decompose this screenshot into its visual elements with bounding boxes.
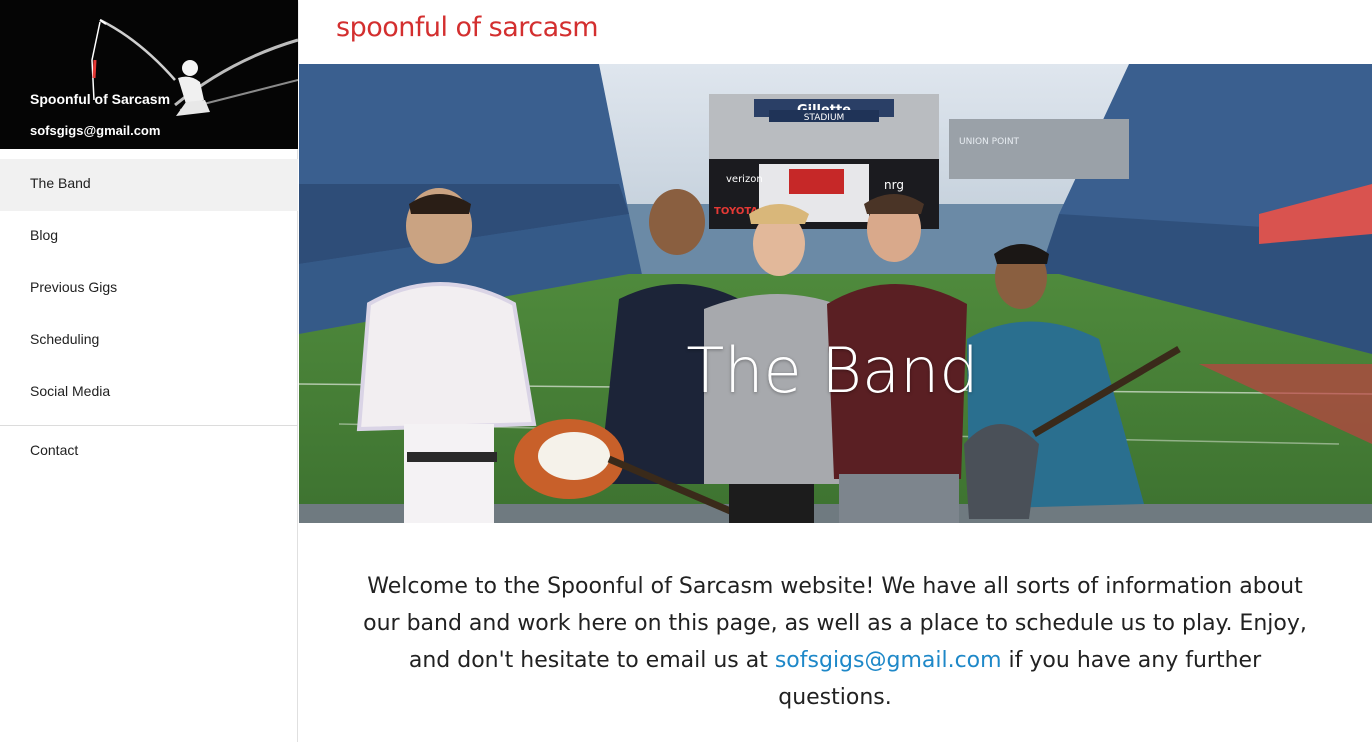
sidebar-item-previous-gigs[interactable]: Previous Gigs	[0, 263, 298, 315]
sidebar-item-social-media[interactable]: Social Media	[0, 367, 298, 419]
sidebar-item-scheduling[interactable]: Scheduling	[0, 315, 298, 367]
site-name: Spoonful of Sarcasm	[30, 91, 171, 107]
welcome-text: Welcome to the Spoonful of Sarcasm websi…	[350, 568, 1320, 716]
page-title[interactable]: spoonful of sarcasm	[336, 12, 599, 43]
sidebar-nav: The Band Blog Previous Gigs Scheduling S…	[0, 159, 298, 419]
sidebar-item-the-band[interactable]: The Band	[0, 159, 298, 211]
sidebar-item-contact[interactable]: Contact	[0, 426, 298, 478]
screen-left-text: verizon	[726, 174, 763, 185]
email-link[interactable]: sofsgigs@gmail.com	[775, 648, 1002, 673]
screen-right-text: nrg	[884, 178, 904, 192]
sidebar: Spoonful of Sarcasm sofsgigs@gmail.com T…	[0, 0, 298, 742]
hero-title: The Band	[686, 334, 979, 407]
sidebar-item-blog[interactable]: Blog	[0, 211, 298, 263]
top-bar: spoonful of sarcasm	[299, 0, 1372, 64]
site-email[interactable]: sofsgigs@gmail.com	[30, 123, 160, 138]
stadium-sub-sign: STADIUM	[804, 113, 845, 123]
band-photo: Gillette STADIUM verizon nrg TOYOTA UNIO…	[299, 64, 1372, 523]
side-sign: UNION POINT	[959, 137, 1020, 147]
hero-banner: Gillette STADIUM verizon nrg TOYOTA UNIO…	[299, 64, 1372, 523]
sidebar-header: Spoonful of Sarcasm sofsgigs@gmail.com	[0, 0, 298, 149]
